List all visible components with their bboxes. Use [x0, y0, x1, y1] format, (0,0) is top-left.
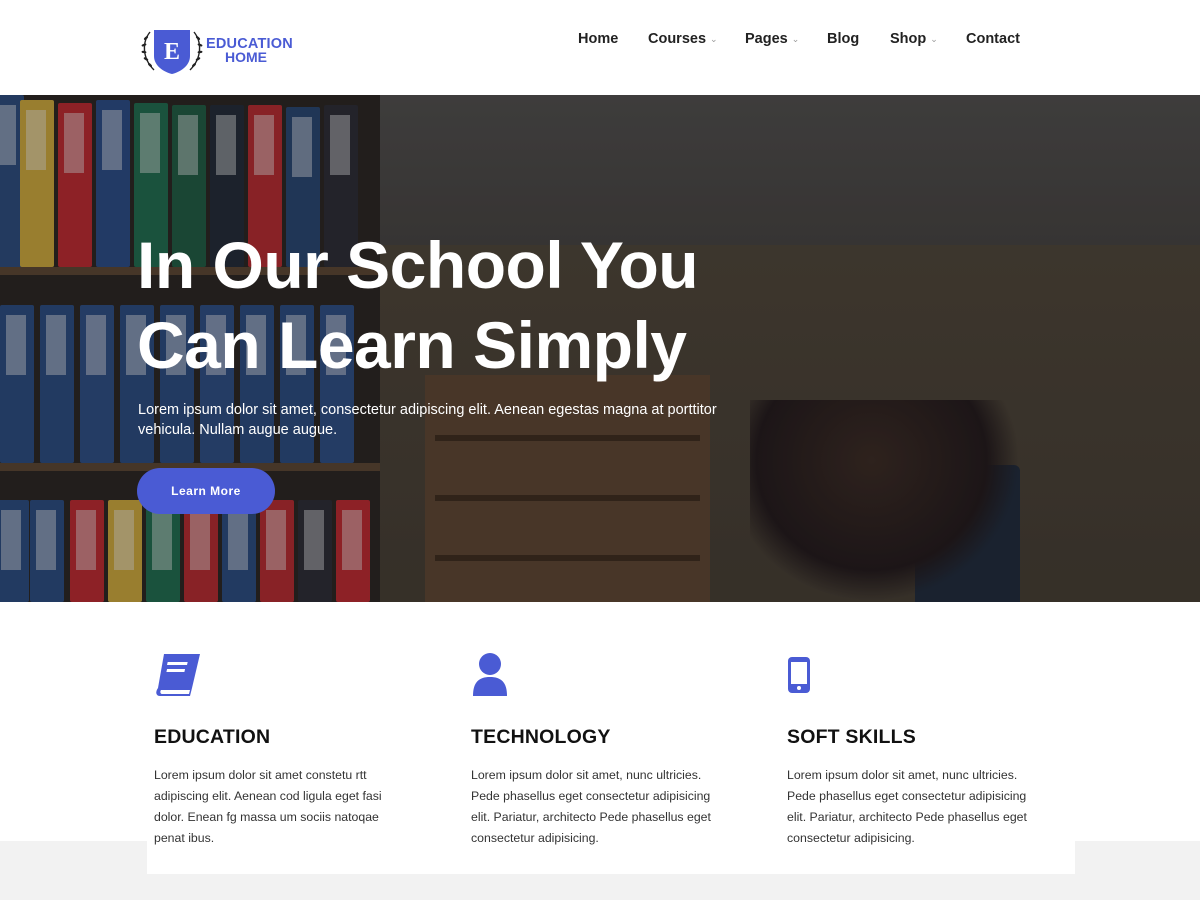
learn-more-button[interactable]: Learn More: [137, 468, 275, 514]
site-logo[interactable]: E EDUCATION HOME: [140, 26, 293, 76]
nav-item-label: Blog: [827, 31, 860, 47]
hero-title-line-1: In Our School You: [137, 228, 699, 302]
chevron-down-icon: ⌄: [791, 34, 800, 44]
nav-item-pages[interactable]: Pages ⌄: [745, 31, 799, 47]
feature-text: Lorem ipsum dolor sit amet, nunc ultrici…: [471, 768, 711, 845]
hero-banner: In Our School You Can Learn Simply Lorem…: [0, 95, 1200, 602]
nav-item-label: Shop: [890, 31, 927, 47]
hero-title-line-2: Can Learn Simply: [137, 308, 687, 382]
feature-title: SOFT SKILLS: [787, 726, 916, 748]
site-header: E EDUCATION HOME Home Courses ⌄ Pages ⌄ Bl…: [0, 0, 1200, 95]
hero-title: In Our School You Can Learn Simply: [137, 225, 817, 385]
nav-item-label: Contact: [966, 31, 1020, 47]
feature-title: EDUCATION: [154, 726, 271, 748]
user-icon: [471, 652, 509, 703]
feature-text: Lorem ipsum dolor sit amet, nunc ultrici…: [787, 768, 1027, 845]
nav-item-shop[interactable]: Shop ⌄: [890, 31, 938, 47]
svg-text:E: E: [164, 39, 180, 65]
logo-wordmark: EDUCATION HOME: [206, 37, 293, 65]
nav-item-label: Courses: [648, 31, 707, 47]
chevron-down-icon: ⌄: [930, 34, 938, 44]
book-icon: [154, 652, 202, 703]
nav-item-courses[interactable]: Courses ⌄: [648, 31, 718, 47]
laurel-shield-icon: E: [141, 30, 203, 74]
feature-title: TECHNOLOGY: [471, 726, 611, 748]
logo-line-2: HOME: [225, 49, 267, 65]
logo-badge: E: [140, 26, 204, 76]
hero-subtitle: Lorem ipsum dolor sit amet, consectetur …: [138, 402, 717, 438]
nav-item-home[interactable]: Home: [578, 31, 618, 47]
feature-text: Lorem ipsum dolor sit amet constetu rtt …: [154, 768, 382, 845]
mobile-phone-icon: [787, 656, 811, 699]
nav-item-label: Pages: [745, 31, 788, 47]
nav-item-label: Home: [578, 31, 619, 47]
nav-item-blog[interactable]: Blog: [827, 31, 859, 47]
features-section: EDUCATION Lorem ipsum dolor sit amet con…: [147, 602, 1075, 874]
nav-item-contact[interactable]: Contact: [966, 31, 1020, 47]
chevron-down-icon: ⌄: [710, 34, 718, 44]
